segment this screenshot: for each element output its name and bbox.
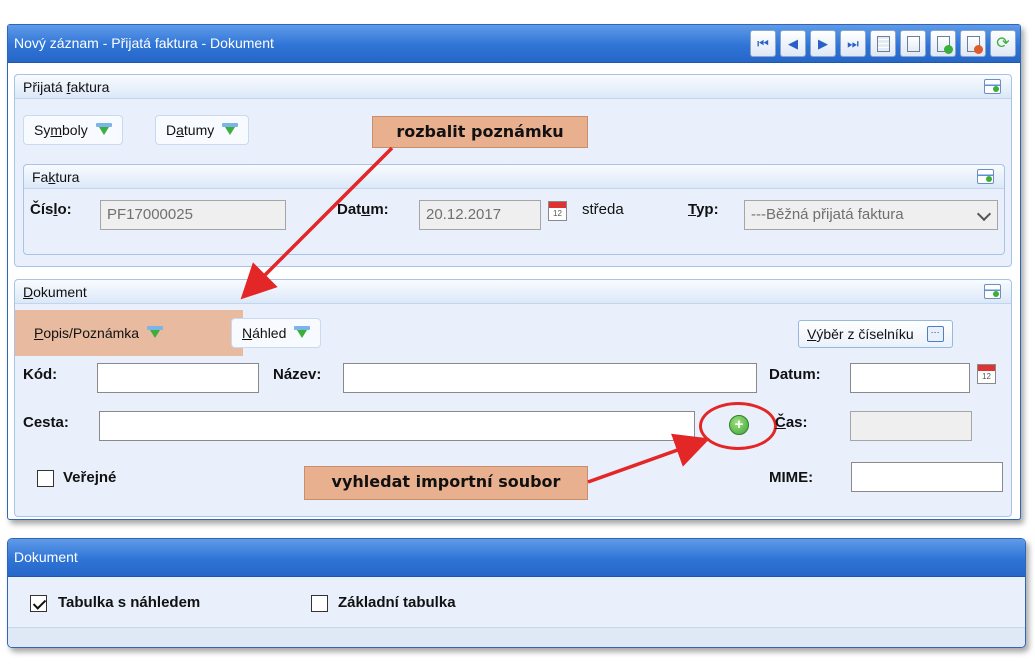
code-input[interactable] <box>97 363 259 393</box>
expand-down-icon <box>222 123 239 137</box>
document-view-titlebar: Dokument <box>8 539 1025 577</box>
invoice-panel: Přijatá faktura Symboly Datumy Faktura Č… <box>14 74 1012 267</box>
expand-down-icon <box>95 123 112 137</box>
expand-down-icon <box>294 326 311 340</box>
prev-record-icon[interactable]: ◀ <box>780 30 806 57</box>
invoice-panel-header: Přijatá faktura <box>15 75 1011 99</box>
mime-input[interactable] <box>851 462 1003 492</box>
invoice-date-field[interactable]: 20.12.2017 <box>419 200 541 230</box>
copy-record-icon[interactable] <box>900 30 926 57</box>
invoice-subpanel-header: Faktura <box>24 165 1004 189</box>
symbols-button-label: Symboly <box>34 122 88 138</box>
invoice-subpanel-title: Faktura <box>32 169 80 185</box>
note-button[interactable]: Popis/Poznámka <box>23 318 174 348</box>
invoice-type-value: ---Běžná přijatá faktura <box>751 206 904 223</box>
path-input[interactable] <box>99 411 695 441</box>
ellipsis-icon: ··· <box>926 326 944 342</box>
choose-from-list-label: Výběr z číselníku <box>807 326 914 342</box>
title-bar: Nový záznam - Přijatá faktura - Dokument… <box>8 25 1020 63</box>
last-record-icon[interactable]: ⏭ <box>840 30 866 57</box>
delete-record-icon[interactable] <box>960 30 986 57</box>
invoice-type-label: Typ: <box>688 201 719 218</box>
symbols-button[interactable]: Symboly <box>23 115 123 145</box>
callout-find-import: vyhledat importní soubor <box>304 466 588 500</box>
invoice-panel-title: Přijatá faktura <box>23 79 110 95</box>
note-button-label: Popis/Poznámka <box>34 325 140 341</box>
calendar-icon[interactable] <box>548 201 567 221</box>
path-label: Cesta: <box>23 414 69 431</box>
document-view-window: Dokument Tabulka s náhledem Základní tab… <box>7 538 1026 648</box>
name-input[interactable] <box>343 363 757 393</box>
expand-panel-icon[interactable] <box>984 79 1001 94</box>
public-label: Veřejné <box>63 469 117 486</box>
record-toolbar: ⏮ ◀ ▶ ⏭ ⟳ <box>750 30 1016 57</box>
mime-label: MIME: <box>769 469 814 486</box>
invoice-subpanel: Faktura Číslo: PF17000025 Datum: 20.12.2… <box>23 164 1005 255</box>
time-label: Čas: <box>775 414 808 431</box>
preview-table-checkbox[interactable] <box>30 595 47 612</box>
highlight-circle <box>699 402 777 450</box>
dates-button-label: Datumy <box>166 122 215 138</box>
new-record-icon[interactable] <box>930 30 956 57</box>
document-view-title: Dokument <box>14 549 78 565</box>
calendar-icon[interactable] <box>977 364 996 384</box>
basic-table-label: Základní tabulka <box>338 594 456 611</box>
invoice-number-label: Číslo: <box>30 201 72 218</box>
grid-view-icon[interactable] <box>870 30 896 57</box>
invoice-date-label: Datum: <box>337 201 389 218</box>
window-title: Nový záznam - Přijatá faktura - Dokument <box>14 35 274 51</box>
invoice-type-select[interactable]: ---Běžná přijatá faktura <box>744 200 998 230</box>
code-label: Kód: <box>23 366 58 383</box>
chevron-down-icon <box>976 206 992 222</box>
expand-down-icon <box>147 326 164 340</box>
doc-date-input[interactable] <box>850 363 970 393</box>
preview-button-label: Náhled <box>242 325 287 341</box>
time-input[interactable] <box>850 411 972 441</box>
invoice-weekday: středa <box>582 201 624 218</box>
callout-expand-note: rozbalit poznámku <box>372 116 588 148</box>
dates-button[interactable]: Datumy <box>155 115 250 145</box>
preview-table-label: Tabulka s náhledem <box>58 594 201 611</box>
doc-date-label: Datum: <box>769 366 821 383</box>
expand-panel-icon[interactable] <box>984 284 1001 299</box>
expand-panel-icon[interactable] <box>977 169 994 184</box>
document-panel-header: Dokument <box>15 280 1011 304</box>
refresh-icon[interactable]: ⟳ <box>990 30 1016 57</box>
basic-table-checkbox[interactable] <box>311 595 328 612</box>
next-record-icon[interactable]: ▶ <box>810 30 836 57</box>
main-window: Nový záznam - Přijatá faktura - Dokument… <box>7 24 1021 520</box>
preview-button[interactable]: Náhled <box>231 318 322 348</box>
public-checkbox[interactable] <box>37 470 54 487</box>
name-label: Název: <box>273 366 322 383</box>
bottom-strip <box>8 627 1025 647</box>
invoice-number-field[interactable]: PF17000025 <box>100 200 286 230</box>
first-record-icon[interactable]: ⏮ <box>750 30 776 57</box>
document-panel-title: Dokument <box>23 284 87 300</box>
choose-from-list-button[interactable]: Výběr z číselníku ··· <box>798 320 953 348</box>
